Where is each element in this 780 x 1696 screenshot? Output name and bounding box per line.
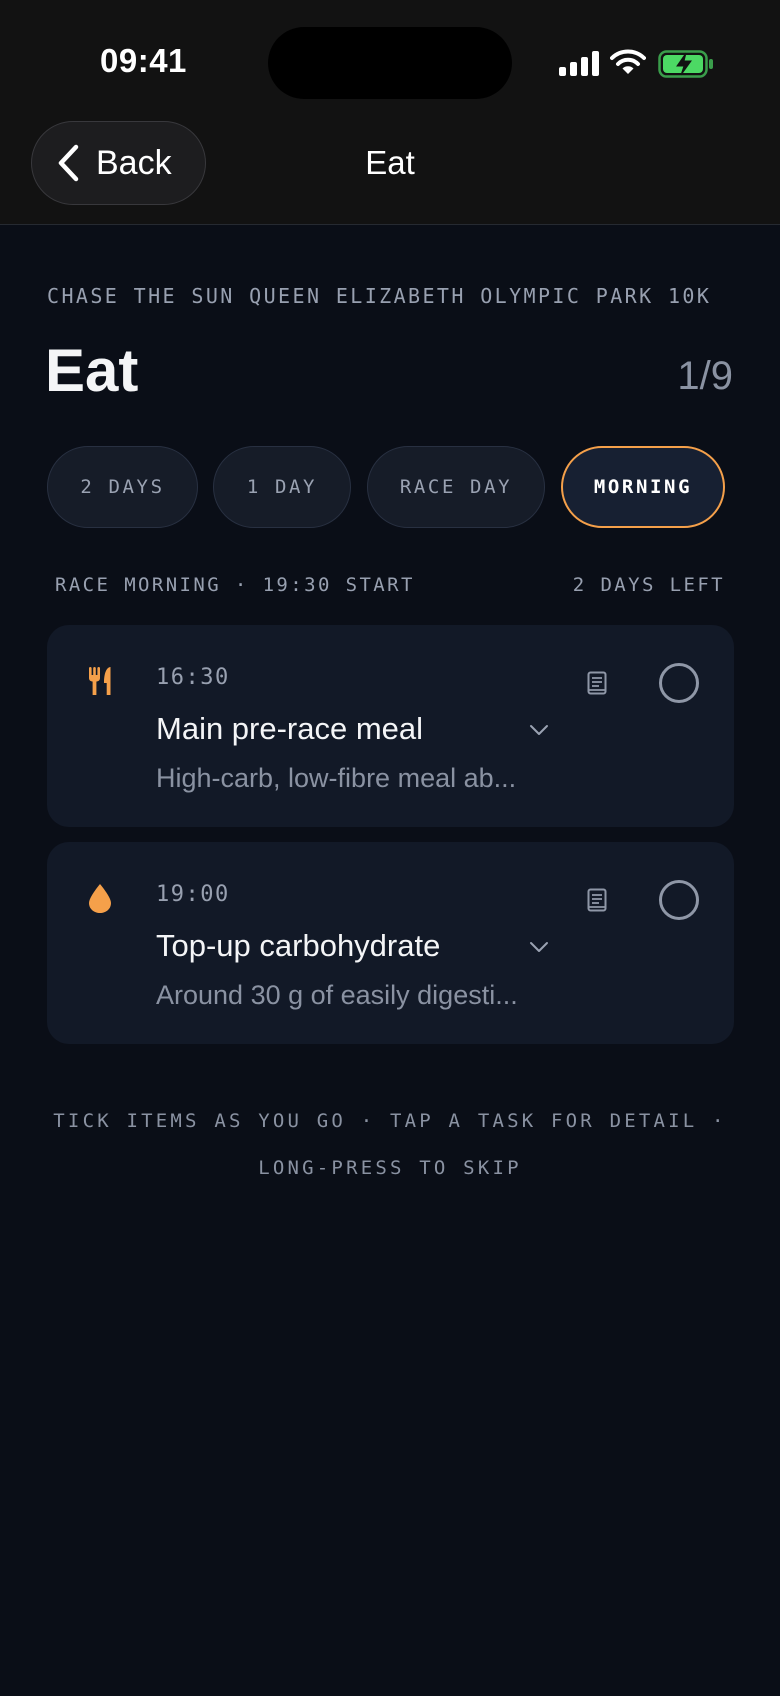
tab-race-day[interactable]: RACE DAY	[367, 446, 545, 528]
task-card[interactable]: 19:00 Top-up carbohydrate Around 30 g of…	[47, 842, 734, 1044]
tab-1-day[interactable]: 1 DAY	[213, 446, 351, 528]
task-title: Top-up carbohydrate	[156, 928, 441, 963]
status-time: 09:41	[100, 42, 187, 79]
dynamic-island	[268, 27, 512, 99]
event-name: CHASE THE SUN QUEEN ELIZABETH OLYMPIC PA…	[47, 284, 712, 308]
progress-counter: 1/9	[677, 354, 733, 398]
footer-hint: TICK ITEMS AS YOU GO · TAP A TASK FOR DE…	[0, 1098, 780, 1192]
wifi-icon	[610, 49, 646, 74]
top-bar: 09:41 Back Eat	[0, 0, 780, 225]
footer-hint-line-1: TICK ITEMS AS YOU GO · TAP A TASK FOR DE…	[53, 1110, 727, 1132]
droplet-icon	[89, 884, 111, 913]
task-time: 19:00	[156, 882, 230, 907]
section-header: RACE MORNING · 19:30 START 2 DAYS LEFT	[55, 574, 725, 596]
task-title: Main pre-race meal	[156, 711, 424, 746]
section-label: RACE MORNING · 19:30 START	[55, 574, 415, 596]
signal-icon	[559, 50, 599, 76]
task-time: 16:30	[156, 665, 230, 690]
footer-hint-line-2: LONG-PRESS TO SKIP	[258, 1157, 522, 1179]
complete-checkbox[interactable]	[659, 880, 699, 920]
battery-charging-icon	[658, 50, 713, 78]
chevron-down-icon[interactable]	[529, 723, 549, 737]
complete-checkbox[interactable]	[659, 663, 699, 703]
cutlery-icon	[89, 667, 111, 695]
phase-tabs: 2 DAYS 1 DAY RACE DAY MORNING	[47, 446, 747, 528]
countdown-label: 2 DAYS LEFT	[572, 574, 725, 596]
page-title: Eat	[45, 337, 139, 404]
task-card[interactable]: 16:30 Main pre-race meal High-carb, low-…	[47, 625, 734, 827]
book-icon[interactable]	[587, 671, 607, 695]
task-description: High-carb, low-fibre meal ab...	[156, 763, 517, 793]
chevron-down-icon[interactable]	[529, 940, 549, 954]
nav-title: Eat	[365, 144, 415, 181]
task-description: Around 30 g of easily digesti...	[156, 980, 518, 1010]
tab-2-days[interactable]: 2 DAYS	[47, 446, 198, 528]
tab-morning[interactable]: MORNING	[561, 446, 725, 528]
book-icon[interactable]	[587, 888, 607, 912]
